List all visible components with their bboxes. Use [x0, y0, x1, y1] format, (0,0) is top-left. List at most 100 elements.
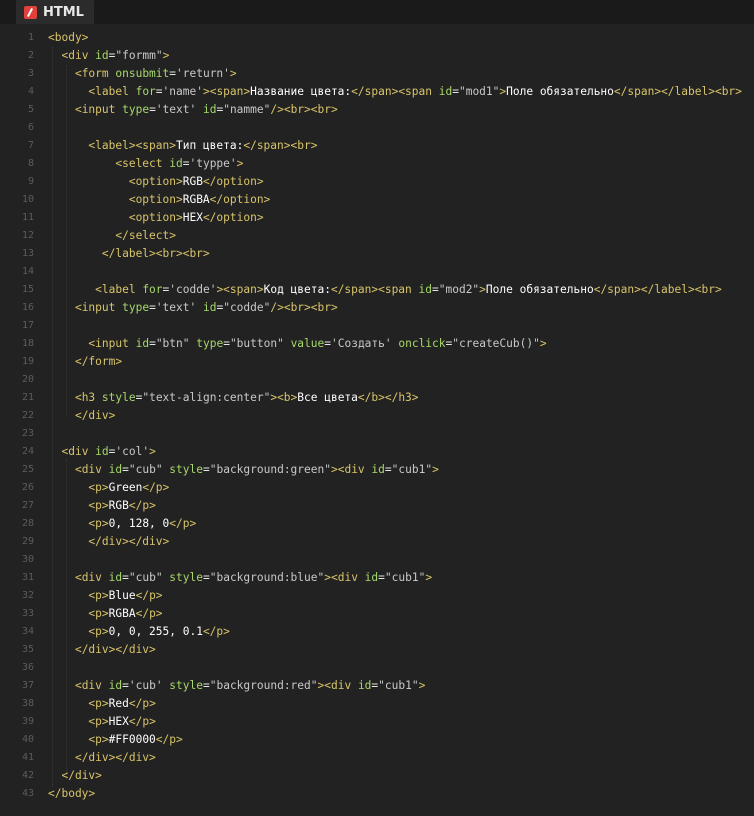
code-line[interactable]: 29 </div></div>: [0, 533, 754, 551]
code-token: </form>: [74, 355, 123, 368]
code-line[interactable]: 12 </select>: [0, 227, 754, 245]
code-line[interactable]: 33 <p>RGBA</p>: [0, 605, 754, 623]
line-number: 43: [21, 788, 34, 799]
code-line[interactable]: 11 <option>HEX</option>: [0, 209, 754, 227]
code-token: id: [418, 283, 432, 296]
code-line[interactable]: 26 <p>Green</p>: [0, 479, 754, 497]
code-line[interactable]: 23: [0, 425, 754, 443]
code-line[interactable]: 35 </div></div>: [0, 641, 754, 659]
line-number: 6: [27, 122, 34, 133]
code-line[interactable]: 31 <div id="cub" style="background:blue"…: [0, 569, 754, 587]
code-token: =: [149, 337, 156, 350]
line-number: 11: [21, 212, 34, 223]
code-line[interactable]: 39 <p>HEX</p>: [0, 713, 754, 731]
code-line[interactable]: 34 <p>0, 0, 255, 0.1</p>: [0, 623, 754, 641]
code-line[interactable]: 17: [0, 317, 754, 335]
code-text: <form onsubmit='return'>: [48, 65, 237, 83]
code-line[interactable]: 14: [0, 263, 754, 281]
code-token: >: [162, 49, 170, 62]
code-editor-window: HTML 1 <body> 2 <div id="formm"> 3 <form on…: [0, 0, 754, 816]
code-line[interactable]: 24 <div id='col'>: [0, 443, 754, 461]
code-text: <p>Red</p>: [48, 695, 155, 713]
code-line[interactable]: 13 </label><br><br>: [0, 245, 754, 263]
code-line[interactable]: 7 <label><span>Тип цвета:</span><br>: [0, 137, 754, 155]
code-token: <input: [74, 301, 123, 314]
tab-html[interactable]: HTML: [16, 0, 94, 24]
code-token: </p>: [169, 517, 197, 530]
code-token: /><br><br>: [270, 103, 338, 116]
code-token: "btn": [155, 337, 197, 350]
code-line[interactable]: 20: [0, 371, 754, 389]
code-line[interactable]: 32 <p>Blue</p>: [0, 587, 754, 605]
code-token: =: [169, 67, 177, 80]
code-line[interactable]: 19 </form>: [0, 353, 754, 371]
tab-label: HTML: [43, 4, 84, 20]
code-line[interactable]: 38 <p>Red</p>: [0, 695, 754, 713]
code-line[interactable]: 27 <p>RGB</p>: [0, 497, 754, 515]
line-number: 23: [21, 428, 34, 439]
code-token: </div></div>: [88, 535, 170, 548]
code-line[interactable]: 41 </div></div>: [0, 749, 754, 767]
code-line[interactable]: 36: [0, 659, 754, 677]
code-token: onsubmit: [115, 67, 170, 80]
code-line[interactable]: 3 <form onsubmit='return'>: [0, 65, 754, 83]
code-line[interactable]: 9 <option>RGB</option>: [0, 173, 754, 191]
code-line[interactable]: 5 <input type='text' id="namme"/><br><br…: [0, 101, 754, 119]
code-token: 'typpe': [189, 157, 237, 170]
line-number: 33: [21, 608, 34, 619]
code-line[interactable]: 8 <select id='typpe'>: [0, 155, 754, 173]
code-text: <div id="cub" style="background:blue"><d…: [48, 569, 432, 587]
code-token: <label: [95, 283, 143, 296]
line-number: 22: [21, 410, 34, 421]
code-token: <p>: [88, 715, 109, 728]
code-token: </label><br><br>: [101, 247, 210, 260]
code-text: <select id='typpe'>: [48, 155, 243, 173]
code-token: style: [169, 679, 203, 692]
code-token: <select: [115, 157, 170, 170]
code-token: type: [196, 337, 224, 350]
code-text: </select>: [48, 227, 176, 245]
code-text: </div>: [48, 407, 115, 425]
code-text: <input type='text' id="codde"/><br><br>: [48, 299, 338, 317]
code-line[interactable]: 16 <input type='text' id="codde"/><br><b…: [0, 299, 754, 317]
code-text: <h3 style="text-align:center"><b>Все цве…: [48, 389, 419, 407]
code-token: Все цвета: [297, 391, 358, 404]
code-line[interactable]: 21 <h3 style="text-align:center"><b>Все …: [0, 389, 754, 407]
code-token: <p>: [88, 607, 109, 620]
tab-bar: HTML: [0, 0, 754, 24]
code-line[interactable]: 18 <input id="btn" type="button" value='…: [0, 335, 754, 353]
code-token: id: [364, 571, 379, 584]
code-line[interactable]: 37 <div id='cub' style="background:red">…: [0, 677, 754, 695]
line-number: 19: [21, 356, 34, 367]
code-line[interactable]: 15 <label for='codde'><span>Код цвета:</…: [0, 281, 754, 299]
line-number: 16: [21, 302, 34, 313]
line-number: 30: [21, 554, 34, 565]
code-token: "cub": [128, 571, 170, 584]
code-line[interactable]: 25 <div id="cub" style="background:green…: [0, 461, 754, 479]
code-line[interactable]: 10 <option>RGBA</option>: [0, 191, 754, 209]
code-line[interactable]: 43 </body>: [0, 785, 754, 803]
code-token: style: [169, 571, 203, 584]
code-token: "background:blue": [209, 571, 325, 584]
line-number: 26: [21, 482, 34, 493]
code-line[interactable]: 28 <p>0, 128, 0</p>: [0, 515, 754, 533]
code-line[interactable]: 40 <p>#FF0000</p>: [0, 731, 754, 749]
code-line[interactable]: 1 <body>: [0, 29, 754, 47]
code-line[interactable]: 6: [0, 119, 754, 137]
code-line[interactable]: 22 </div>: [0, 407, 754, 425]
code-line[interactable]: 30: [0, 551, 754, 569]
code-editor[interactable]: 1 <body> 2 <div id="formm"> 3 <form onsubmi…: [0, 29, 754, 816]
code-line[interactable]: 42 </div>: [0, 767, 754, 785]
code-line[interactable]: 2 <div id="formm">: [0, 47, 754, 65]
code-token: HEX: [182, 211, 203, 224]
code-line[interactable]: 4 <label for='name'><span>Название цвета…: [0, 83, 754, 101]
code-token: >: [539, 337, 547, 350]
